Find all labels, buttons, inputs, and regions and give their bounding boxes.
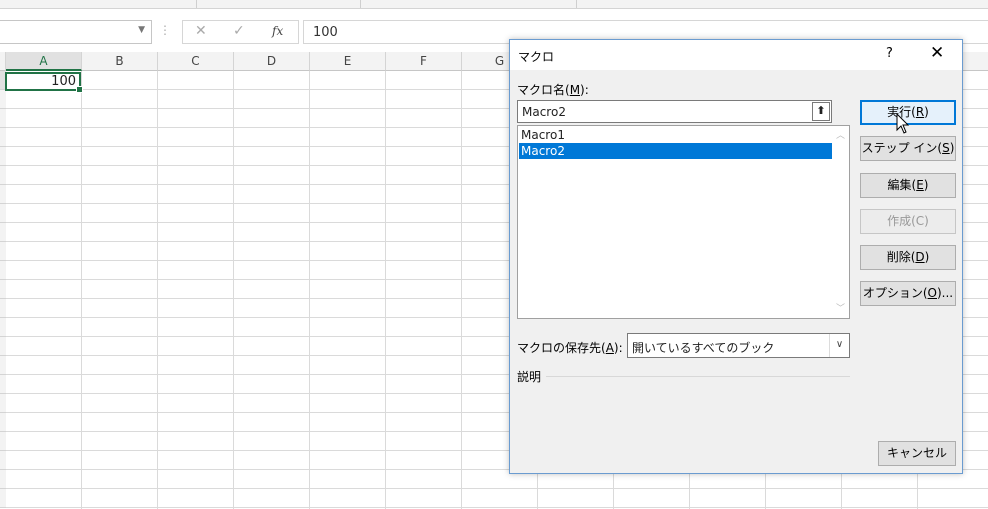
macro-name-value: Macro2 (522, 105, 566, 119)
dialog-title-bar[interactable]: マクロ ? ✕ (510, 40, 962, 70)
description-divider (546, 376, 850, 377)
cancel-icon[interactable]: ✕ (195, 23, 207, 39)
list-item[interactable]: Macro1 (519, 127, 832, 143)
column-header-a[interactable]: A (6, 52, 82, 71)
edit-button[interactable]: 編集(E) (860, 173, 956, 198)
delete-button[interactable]: 削除(D) (860, 245, 956, 270)
formula-value: 100 (313, 25, 338, 40)
cell-value: 100 (51, 74, 76, 89)
chevron-down-icon[interactable]: ▼ (138, 25, 145, 35)
step-in-button[interactable]: ステップ イン(S) (860, 136, 956, 161)
close-icon[interactable]: ✕ (930, 43, 944, 63)
ribbon-separator (196, 0, 197, 8)
column-header-c[interactable]: C (158, 52, 234, 71)
description-label: 説明 (517, 370, 542, 384)
ribbon-separator (576, 0, 577, 8)
chevron-down-icon[interactable]: ∨ (829, 334, 849, 357)
store-label: マクロの保存先(A): (517, 341, 623, 355)
create-button[interactable]: 作成(C) (860, 209, 956, 234)
store-location-value: 開いているすべてのブック (632, 341, 775, 355)
macro-name-label: マクロ名(M): (517, 83, 589, 97)
column-header-e[interactable]: E (310, 52, 386, 71)
function-icon[interactable]: fx (272, 24, 283, 38)
check-icon[interactable]: ✓ (233, 23, 245, 39)
fill-handle[interactable] (76, 86, 83, 93)
mouse-cursor-icon (896, 113, 910, 134)
list-item-selected[interactable]: Macro2 (519, 143, 832, 159)
ribbon-separator (360, 0, 361, 8)
macro-dialog: マクロ ? ✕ マクロ名(M): Macro2 ⬆ Macro1 Macro2 … (509, 39, 963, 474)
formula-buttons: ✕ ✓ fx (182, 20, 299, 44)
column-header-b[interactable]: B (82, 52, 158, 71)
macro-name-input[interactable]: Macro2 ⬆ (517, 100, 832, 123)
options-button[interactable]: オプション(O)... (860, 281, 956, 306)
list-scrollbar[interactable]: ︿ ﹀ (832, 126, 849, 318)
help-icon[interactable]: ? (886, 46, 893, 61)
macro-list[interactable]: Macro1 Macro2 ︿ ﹀ (517, 125, 850, 319)
collapse-dialog-icon[interactable]: ⬆ (812, 102, 830, 121)
scroll-down-icon[interactable]: ﹀ (836, 301, 845, 314)
store-location-select[interactable]: 開いているすべてのブック ∨ (627, 333, 850, 358)
dialog-title: マクロ (518, 50, 555, 64)
cancel-button[interactable]: キャンセル (878, 441, 956, 466)
column-header-d[interactable]: D (234, 52, 310, 71)
scroll-up-icon[interactable]: ︿ (836, 128, 845, 141)
name-box[interactable]: ▼ (0, 20, 152, 44)
active-cell-a1[interactable]: 100 (5, 72, 83, 93)
drag-handle-icon[interactable]: ⋮ (159, 23, 171, 37)
column-header-f[interactable]: F (386, 52, 462, 71)
ribbon-strip (0, 0, 988, 9)
